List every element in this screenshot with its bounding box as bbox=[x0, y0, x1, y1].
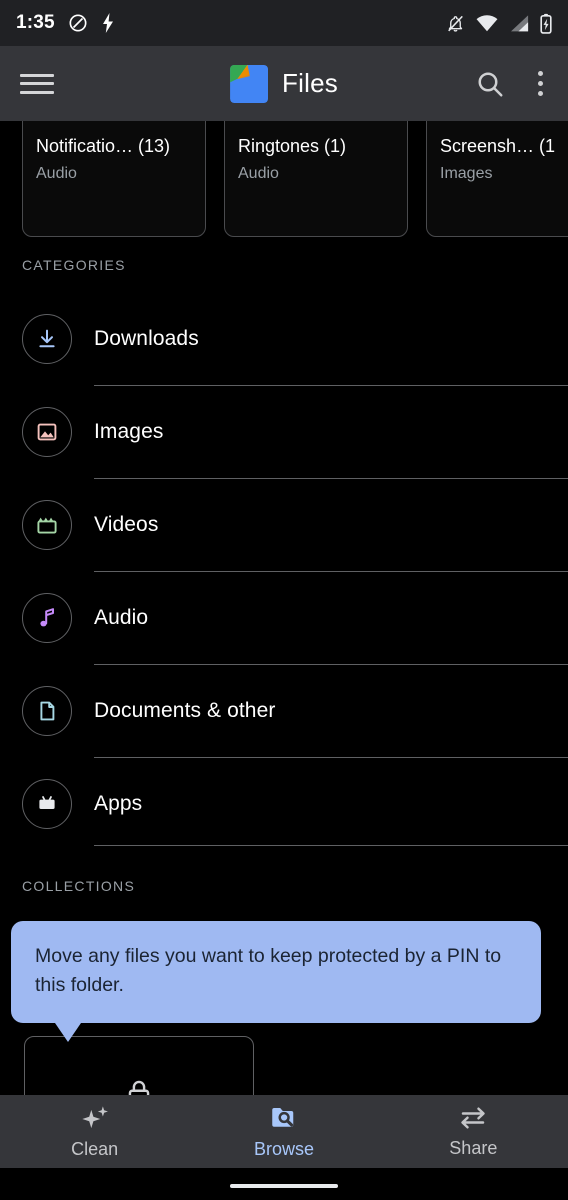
nav-label: Share bbox=[449, 1138, 498, 1158]
share-arrows-icon bbox=[461, 1107, 486, 1129]
nav-item-clean[interactable]: Clean bbox=[0, 1095, 189, 1168]
status-bar-right bbox=[446, 13, 552, 34]
category-label: Downloads bbox=[94, 326, 199, 350]
browse-content: Notificatio… (13) Audio Ringtones (1) Au… bbox=[0, 121, 568, 1095]
gesture-home-bar[interactable] bbox=[230, 1184, 338, 1188]
card-title: Ringtones (1) bbox=[238, 136, 347, 156]
category-label: Videos bbox=[94, 512, 159, 536]
category-row-downloads[interactable]: Downloads bbox=[0, 292, 568, 385]
card-subtitle: Audio bbox=[36, 165, 77, 182]
wifi-icon bbox=[476, 14, 498, 31]
do-not-disturb-icon bbox=[69, 14, 87, 32]
battery-charging-icon bbox=[540, 13, 552, 34]
gesture-navigation-area bbox=[0, 1168, 568, 1200]
category-label: Apps bbox=[94, 791, 143, 815]
collections-section-label: COLLECTIONS bbox=[22, 878, 136, 894]
hamburger-menu-icon[interactable] bbox=[20, 71, 54, 97]
safe-folder-section: Safe folder bbox=[24, 1036, 254, 1095]
lock-icon bbox=[128, 1080, 150, 1095]
category-label: Audio bbox=[94, 605, 149, 629]
nav-label: Clean bbox=[71, 1139, 119, 1159]
tooltip-pointer bbox=[55, 1022, 81, 1042]
category-row-images[interactable]: Images bbox=[0, 385, 568, 478]
card-subtitle: Audio bbox=[238, 165, 279, 182]
category-row-audio[interactable]: Audio bbox=[0, 571, 568, 664]
search-icon[interactable] bbox=[475, 69, 505, 99]
categories-section-label: CATEGORIES bbox=[22, 257, 126, 273]
music-note-icon bbox=[22, 592, 72, 643]
category-row-documents[interactable]: Documents & other bbox=[0, 664, 568, 757]
category-label: Images bbox=[94, 419, 164, 443]
video-clapperboard-icon bbox=[22, 499, 72, 550]
safe-folder-tile[interactable] bbox=[24, 1036, 254, 1095]
apps-icon bbox=[22, 778, 72, 829]
category-row-apps[interactable]: Apps bbox=[0, 757, 568, 850]
cellular-signal-icon bbox=[511, 14, 529, 31]
app-bar: Files bbox=[0, 46, 568, 121]
status-bar-clock: 1:35 bbox=[16, 12, 55, 33]
more-options-icon[interactable] bbox=[532, 69, 548, 98]
files-app-logo bbox=[230, 64, 269, 103]
nav-item-share[interactable]: Share bbox=[379, 1095, 568, 1168]
card-subtitle: Images bbox=[440, 165, 493, 182]
category-label: Documents & other bbox=[94, 698, 276, 722]
status-bar: 1:35 bbox=[0, 0, 568, 46]
category-row-videos[interactable]: Videos bbox=[0, 478, 568, 571]
download-icon bbox=[22, 313, 72, 364]
nav-label: Browse bbox=[253, 1139, 314, 1159]
status-bar-left: 1:35 bbox=[16, 12, 115, 34]
tooltip-text: Move any files you want to keep protecte… bbox=[35, 945, 502, 996]
recent-card[interactable]: Ringtones (1) Audio bbox=[224, 121, 408, 237]
document-icon bbox=[22, 685, 72, 736]
page-title: Files bbox=[282, 68, 338, 98]
app-brand: Files bbox=[230, 64, 338, 103]
safe-folder-tooltip[interactable]: Move any files you want to keep protecte… bbox=[11, 921, 541, 1042]
bottom-navigation-bar: Clean Browse Share bbox=[0, 1095, 568, 1168]
folder-search-icon bbox=[272, 1108, 294, 1127]
files-app-screen: 1:35 Files Notificatio… (13) Audio Ringt… bbox=[0, 0, 568, 1200]
card-title: Screensh… (1 bbox=[440, 136, 556, 156]
app-bar-actions bbox=[475, 69, 548, 99]
card-title: Notificatio… (13) bbox=[36, 136, 171, 156]
categories-list: Downloads Images Videos Audio Documents … bbox=[0, 292, 568, 850]
sparkle-clean-icon bbox=[81, 1106, 108, 1129]
image-icon bbox=[22, 406, 72, 457]
notifications-silenced-icon bbox=[448, 15, 463, 32]
list-divider bbox=[94, 845, 568, 846]
recent-cards-row: Notificatio… (13) Audio Ringtones (1) Au… bbox=[0, 121, 568, 237]
recent-card[interactable]: Screensh… (1 Images bbox=[426, 121, 568, 237]
nav-item-browse[interactable]: Browse bbox=[189, 1095, 378, 1168]
flash-icon bbox=[102, 13, 113, 33]
recent-card[interactable]: Notificatio… (13) Audio bbox=[22, 121, 206, 237]
